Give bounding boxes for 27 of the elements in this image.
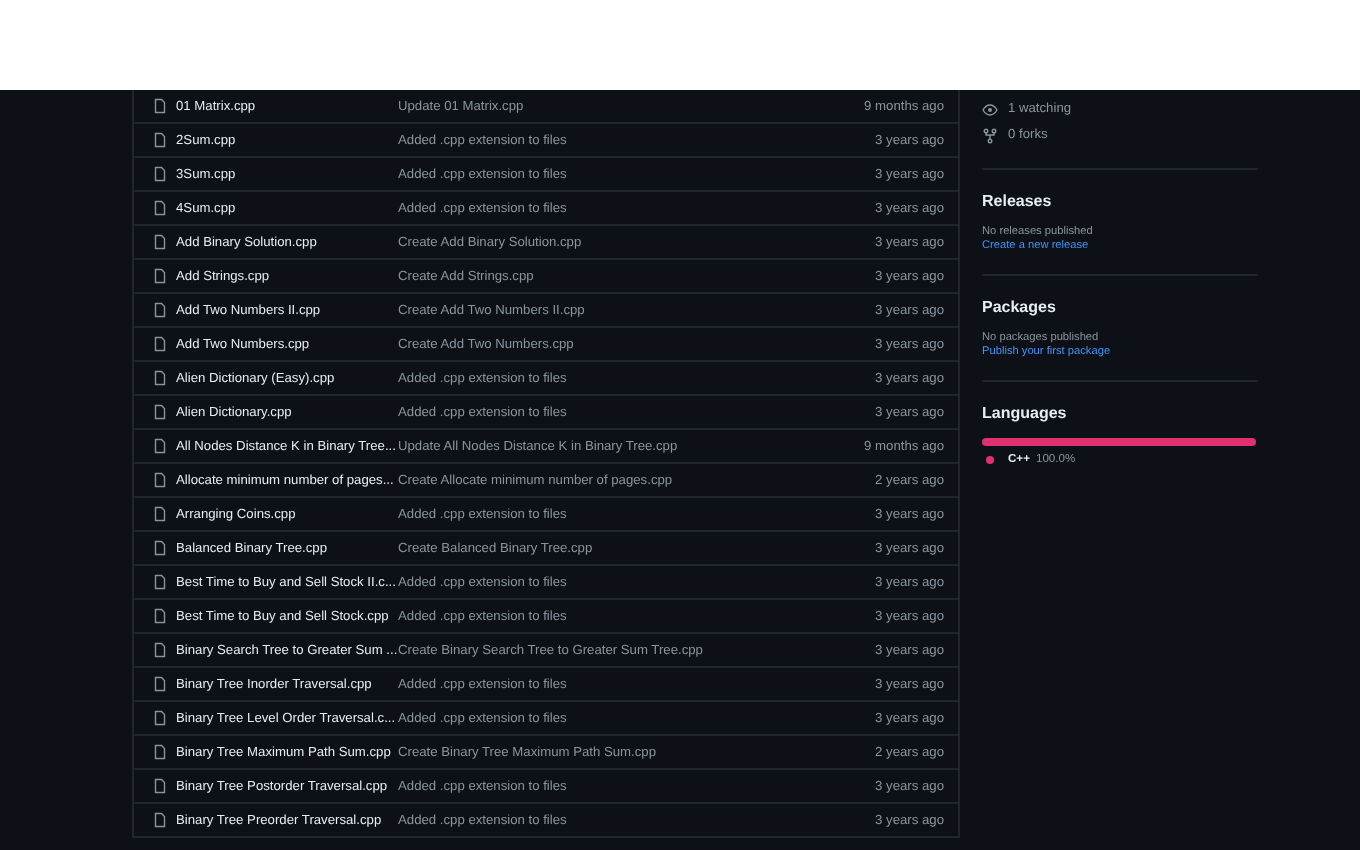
file-icon <box>152 438 168 454</box>
fork-icon <box>982 127 998 143</box>
file-icon <box>152 302 168 318</box>
file-icon <box>152 642 168 658</box>
file-icon <box>152 540 168 556</box>
file-icon <box>152 404 168 420</box>
file-icon <box>152 98 168 114</box>
file-icon <box>152 506 168 522</box>
file-icon <box>152 608 168 624</box>
file-icon <box>152 336 168 352</box>
file-icon <box>152 778 168 794</box>
file-icon <box>152 812 168 828</box>
file-icon <box>152 132 168 148</box>
section-heading: Languages <box>982 404 1069 422</box>
file-icon <box>152 268 168 284</box>
file-icon <box>152 200 168 216</box>
file-icon <box>152 166 168 182</box>
file-icon <box>152 676 168 692</box>
file-icon <box>152 710 168 726</box>
section-heading: Releases <box>982 192 1054 210</box>
file-icon <box>152 234 168 250</box>
eye-icon <box>982 101 998 117</box>
file-icon <box>152 744 168 760</box>
file-icon <box>152 370 168 386</box>
file-icon <box>152 472 168 488</box>
section-heading: Packages <box>982 298 1058 316</box>
file-icon <box>152 574 168 590</box>
